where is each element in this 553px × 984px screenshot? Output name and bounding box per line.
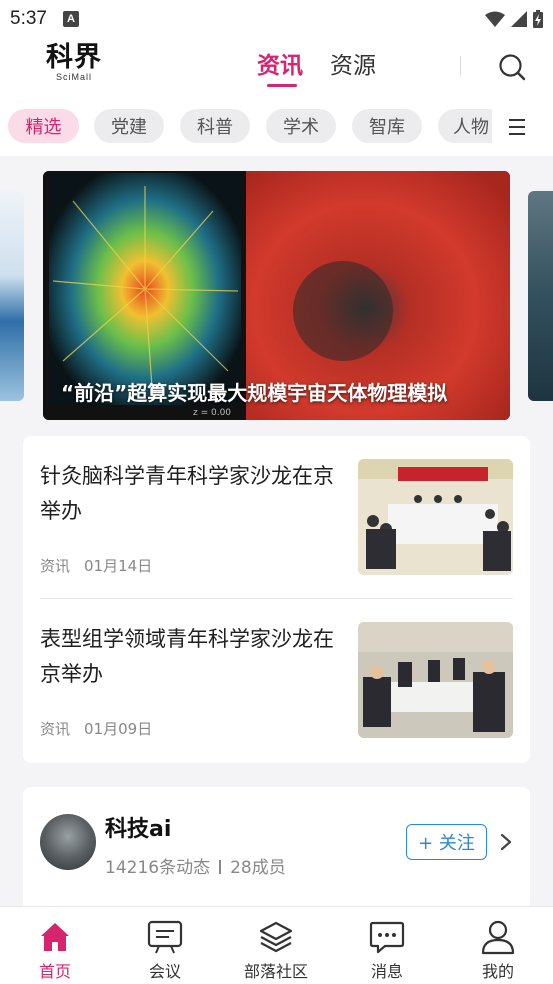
status-time: 5:37	[10, 8, 47, 29]
news-title: 针灸脑科学青年科学家沙龙在京举办	[40, 464, 334, 523]
category-academic[interactable]: 学术	[266, 109, 336, 143]
community-stats: 14216条动态 28成员	[105, 853, 286, 878]
scimall-logo: 科界 SciMall	[44, 42, 104, 83]
bottom-nav: 首页 会议 部落社区 消息 我的	[0, 907, 553, 984]
news-list: 针灸脑科学青年科学家沙龙在京举办 资讯 01月14日 表型组学领域青年科学家沙龙在…	[23, 436, 530, 763]
message-icon	[369, 921, 405, 954]
news-date: 01月14日	[84, 557, 153, 575]
app-header: 科界 SciMall 资讯 资源	[0, 38, 553, 98]
news-title: 表型组学领域青年科学家沙龙在京举办	[40, 627, 334, 686]
meeting-icon	[147, 920, 183, 954]
news-thumbnail	[358, 622, 513, 738]
chevron-right-icon[interactable]	[499, 832, 513, 852]
status-bar: 5:37 A	[0, 0, 553, 38]
category-popular-science[interactable]: 科普	[180, 109, 250, 143]
category-featured[interactable]: 精选	[8, 109, 79, 143]
carousel-next-card[interactable]	[528, 191, 553, 401]
logo-sub-text: SciMall	[55, 72, 92, 82]
carousel-prev-card[interactable]	[0, 191, 24, 401]
nav-community[interactable]: 部落社区	[231, 907, 321, 984]
banner-slide[interactable]: z = 0.00 “前沿”超算实现最大规模宇宙天体物理模拟	[43, 171, 510, 420]
search-icon[interactable]	[497, 52, 527, 82]
battery-icon	[533, 10, 543, 28]
stats-separator	[219, 860, 222, 874]
follow-button[interactable]: + 关注	[406, 824, 487, 860]
category-think-tank[interactable]: 智库	[352, 109, 422, 143]
notification-a-icon: A	[62, 11, 79, 27]
post-count: 14216条动态	[105, 858, 211, 878]
home-icon	[41, 923, 69, 951]
wifi-icon	[485, 11, 505, 27]
news-source: 资讯	[40, 720, 71, 738]
logo-main-text: 科界	[46, 42, 102, 73]
nav-label: 我的	[481, 962, 514, 981]
svg-text:z = 0.00: z = 0.00	[193, 408, 231, 418]
member-count: 28成员	[230, 858, 286, 878]
banner-carousel: z = 0.00 “前沿”超算实现最大规模宇宙天体物理模拟	[0, 157, 553, 427]
tab-resources[interactable]: 资源	[330, 46, 376, 80]
news-date: 01月09日	[84, 720, 153, 738]
meeting-photo	[358, 459, 513, 575]
news-meta: 资讯 01月09日	[40, 718, 152, 739]
news-thumbnail	[358, 459, 513, 575]
news-source: 资讯	[40, 557, 71, 575]
nav-label: 消息	[370, 962, 403, 981]
community-card[interactable]: 科技ai 14216条动态 28成员 + 关注	[23, 787, 530, 917]
nav-home[interactable]: 首页	[10, 907, 100, 984]
category-bar: 精选 党建 科普 学术 智库 人物	[0, 98, 553, 156]
nav-profile[interactable]: 我的	[453, 907, 543, 984]
list-item[interactable]: 表型组学领域青年科学家沙龙在京举办 资讯 01月09日	[40, 622, 513, 738]
signal-icon	[511, 11, 527, 27]
category-party-building[interactable]: 党建	[94, 109, 164, 143]
news-meta: 资讯 01月14日	[40, 555, 152, 576]
banner-caption: “前沿”超算实现最大规模宇宙天体物理模拟	[61, 381, 448, 405]
tab-news[interactable]: 资讯	[257, 46, 303, 80]
avatar	[40, 814, 96, 870]
active-tab-indicator	[267, 84, 297, 87]
nav-messages[interactable]: 消息	[342, 907, 432, 984]
header-divider	[460, 56, 461, 76]
profile-icon	[481, 920, 515, 955]
community-name: 科技ai	[105, 817, 172, 842]
meeting-photo	[358, 622, 513, 738]
community-layers-icon	[259, 921, 293, 953]
list-item[interactable]: 针灸脑科学青年科学家沙龙在京举办 资讯 01月14日	[40, 459, 513, 575]
nav-label: 首页	[38, 962, 71, 981]
menu-icon[interactable]	[506, 116, 528, 138]
nav-label: 会议	[148, 962, 181, 981]
nav-label: 部落社区	[243, 962, 308, 981]
news-divider	[40, 598, 513, 599]
status-indicators	[485, 10, 543, 28]
nav-meeting[interactable]: 会议	[120, 907, 210, 984]
